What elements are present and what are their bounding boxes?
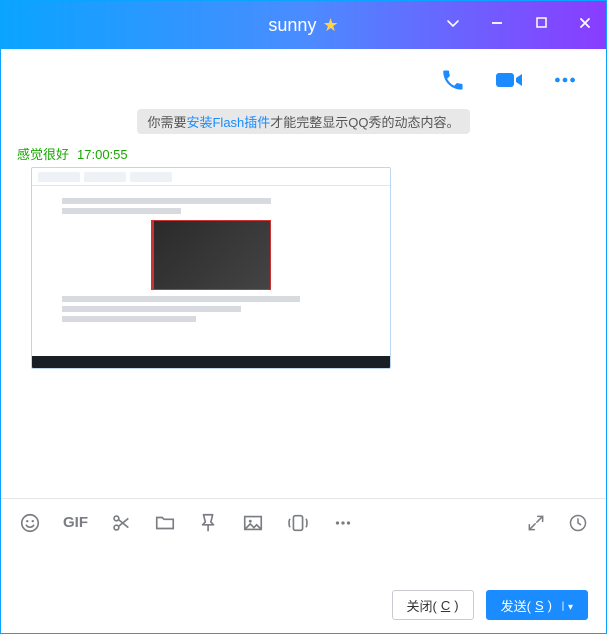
send-label: 发送(	[501, 596, 531, 615]
close-key: C	[441, 598, 450, 613]
flash-prefix: 你需要	[147, 115, 186, 130]
send-dropdown-icon[interactable]: 丨▾	[558, 598, 573, 613]
star-icon: ★	[322, 15, 338, 36]
input-toolbar: GIF	[1, 498, 606, 546]
thumb-browser-tabs	[32, 168, 390, 186]
send-button[interactable]: 发送( S) 丨▾	[486, 590, 588, 620]
message-time: 17:00:55	[77, 147, 128, 162]
image-icon[interactable]	[242, 512, 264, 534]
flash-suffix: 才能完整显示QQ秀的动态内容。	[270, 115, 459, 130]
flash-install-link[interactable]: 安装Flash插件	[186, 115, 270, 130]
emoji-icon[interactable]	[19, 512, 41, 534]
close-suffix: )	[454, 598, 458, 613]
minimize-button[interactable]	[484, 16, 510, 35]
scissors-icon[interactable]	[110, 512, 132, 534]
contact-name: sunny	[268, 15, 316, 36]
pin-icon[interactable]	[198, 512, 220, 534]
history-icon[interactable]	[568, 513, 588, 533]
chat-area: 你需要安装Flash插件才能完整显示QQ秀的动态内容。 感觉很好 17:00:55	[1, 103, 606, 498]
close-chat-button[interactable]: 关闭( C)	[392, 590, 474, 620]
sender-name: 感觉很好	[17, 147, 69, 162]
folder-icon[interactable]	[154, 512, 176, 534]
window-controls	[440, 1, 598, 49]
action-row	[1, 49, 606, 103]
dropdown-icon[interactable]	[440, 15, 466, 36]
send-key: S	[535, 598, 544, 613]
footer: 关闭( C) 发送( S) 丨▾	[1, 577, 606, 633]
thumb-taskbar	[32, 356, 390, 368]
shake-icon[interactable]	[286, 512, 310, 534]
flash-notice: 你需要安装Flash插件才能完整显示QQ秀的动态内容。	[137, 109, 469, 134]
titlebar: sunny ★	[1, 1, 606, 49]
more-tools-icon[interactable]	[332, 512, 354, 534]
expand-icon[interactable]	[526, 513, 546, 533]
close-label: 关闭(	[407, 596, 437, 615]
close-button[interactable]	[572, 16, 598, 35]
gif-icon[interactable]: GIF	[63, 514, 88, 531]
send-suffix: )	[548, 598, 552, 613]
video-call-icon[interactable]	[494, 67, 524, 93]
chat-title: sunny ★	[268, 15, 338, 36]
voice-call-icon[interactable]	[440, 67, 466, 93]
message-image[interactable]	[31, 167, 391, 369]
thumb-body	[32, 186, 390, 356]
more-actions-icon[interactable]	[552, 67, 578, 93]
maximize-button[interactable]	[528, 16, 554, 34]
message-meta: 感觉很好 17:00:55	[17, 144, 590, 163]
